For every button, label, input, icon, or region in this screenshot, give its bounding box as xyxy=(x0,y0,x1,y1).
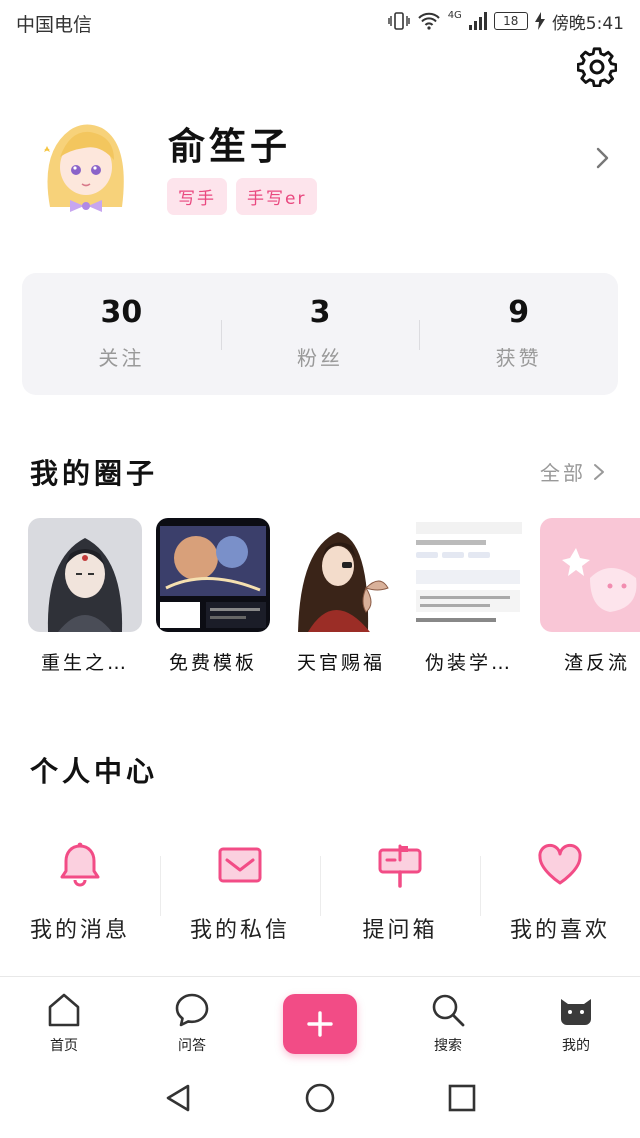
center-label: 我的消息 xyxy=(29,918,130,943)
heart-icon xyxy=(538,843,582,885)
status-bar: 中国电信 4G 18 傍晚5:41 xyxy=(0,0,640,42)
add-button[interactable] xyxy=(283,993,357,1054)
circle-card[interactable]: 免费模板 xyxy=(156,518,270,675)
tab-qa[interactable]: 问答 xyxy=(128,977,256,1058)
chevron-right-icon xyxy=(594,463,604,480)
personal-center-grid: 我的消息 我的私信 提问箱 我的喜欢 xyxy=(0,840,640,960)
see-all-label: 全部 xyxy=(540,461,586,485)
stat-label: 粉丝 xyxy=(297,345,343,370)
stat-value: 30 xyxy=(100,294,143,330)
section-title: 个人中心 xyxy=(30,755,159,788)
cat-head-icon xyxy=(561,999,591,1025)
tab-label: 问答 xyxy=(178,1038,206,1054)
chevron-right-icon xyxy=(596,147,609,169)
circle-list: 重生之… 免费模板 天官赐福 伪装学… 渣反流 xyxy=(28,518,640,678)
bottom-tab-bar: 首页 问答 搜索 我的 xyxy=(0,976,640,1058)
home-icon xyxy=(48,993,80,1027)
circle-card[interactable]: 渣反流 xyxy=(540,518,640,675)
tab-label: 搜索 xyxy=(434,1038,462,1054)
center-label: 我的私信 xyxy=(189,918,290,943)
my-messages-button[interactable]: 我的消息 xyxy=(0,840,160,960)
home-button-icon[interactable] xyxy=(304,1082,336,1114)
battery-icon: 18 xyxy=(493,12,528,30)
system-navigation-bar xyxy=(0,1058,640,1138)
stat-value: 3 xyxy=(309,294,331,330)
section-title: 我的圈子 xyxy=(30,457,159,490)
tab-home[interactable]: 首页 xyxy=(0,977,128,1058)
wifi-icon xyxy=(417,12,440,30)
mailbox-icon xyxy=(378,844,422,888)
tab-mine[interactable]: 我的 xyxy=(512,977,640,1058)
private-messages-button[interactable]: 我的私信 xyxy=(160,840,320,960)
clock: 傍晚5:41 xyxy=(551,13,624,34)
circle-thumbnail xyxy=(284,518,398,632)
stat-likes[interactable]: 9 获赞 xyxy=(419,273,618,395)
circle-thumbnail xyxy=(28,518,142,632)
see-all-circles-button[interactable]: 全部 xyxy=(540,457,606,486)
tab-label: 我的 xyxy=(562,1038,590,1054)
badge-list: 写手 手写er xyxy=(167,178,318,215)
vibrate-icon xyxy=(387,12,410,30)
tab-search[interactable]: 搜索 xyxy=(384,977,512,1058)
stat-label: 关注 xyxy=(98,345,145,370)
profile-header[interactable]: 俞笙子 写手 手写er xyxy=(0,100,640,240)
search-icon xyxy=(432,994,465,1027)
circle-name: 伪装学… xyxy=(424,652,513,674)
username: 俞笙子 xyxy=(168,125,291,168)
charging-icon xyxy=(534,12,545,30)
stat-label: 获赞 xyxy=(495,345,542,370)
circle-card[interactable]: 天官赐福 xyxy=(284,518,398,675)
center-label: 提问箱 xyxy=(362,918,438,943)
my-likes-button[interactable]: 我的喜欢 xyxy=(480,840,640,960)
carrier-name: 中国电信 xyxy=(16,14,93,36)
badge-handwriting: 手写er xyxy=(236,178,318,215)
stat-followers[interactable]: 3 粉丝 xyxy=(220,273,420,395)
gear-icon xyxy=(577,47,617,87)
create-post-button[interactable] xyxy=(256,977,384,1058)
avatar[interactable] xyxy=(30,112,140,222)
circle-card[interactable]: 重生之… xyxy=(28,518,142,675)
stat-value: 9 xyxy=(508,294,530,330)
plus-icon xyxy=(307,1010,333,1037)
personal-center-header: 个人中心 xyxy=(0,750,640,790)
circle-thumbnail xyxy=(156,518,270,632)
back-icon[interactable] xyxy=(162,1082,194,1114)
signal-icon xyxy=(468,12,487,30)
network-type: 4G xyxy=(447,9,462,21)
circle-card[interactable]: 伪装学… xyxy=(412,518,526,675)
settings-button[interactable] xyxy=(574,44,620,90)
my-circles-header: 我的圈子 全部 xyxy=(0,452,640,492)
badge-writer: 写手 xyxy=(167,178,227,215)
circle-name: 免费模板 xyxy=(168,652,257,674)
center-label: 我的喜欢 xyxy=(509,918,610,943)
circle-name: 重生之… xyxy=(40,652,129,674)
circle-name: 渣反流 xyxy=(563,652,630,674)
stats-card: 30 关注 3 粉丝 9 获赞 xyxy=(22,273,618,395)
status-indicators: 4G 18 傍晚5:41 xyxy=(387,8,624,34)
recent-apps-icon[interactable] xyxy=(446,1082,478,1114)
circle-thumbnail xyxy=(412,518,526,632)
circle-thumbnail xyxy=(540,518,640,632)
mail-icon xyxy=(218,847,262,883)
chat-bubble-icon xyxy=(175,993,209,1027)
tab-label: 首页 xyxy=(50,1038,78,1054)
stat-following[interactable]: 30 关注 xyxy=(22,273,221,395)
question-box-button[interactable]: 提问箱 xyxy=(320,840,480,960)
bell-icon xyxy=(60,842,100,887)
circle-name: 天官赐福 xyxy=(296,652,385,674)
